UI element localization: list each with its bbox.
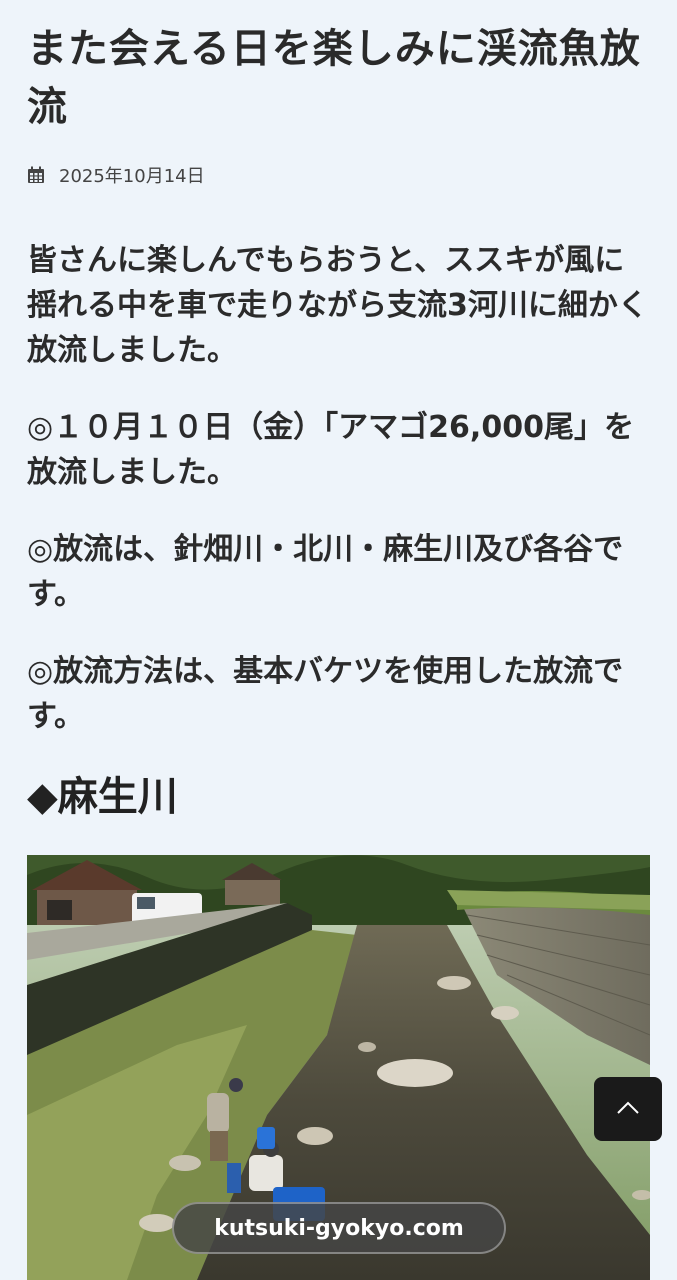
article-title: また会える日を楽しみに渓流魚放流: [27, 26, 641, 130]
url-text: kutsuki-gyokyo.com: [214, 1215, 464, 1241]
paragraph: ◎放流は、針畑川・北川・麻生川及び各谷です。: [27, 532, 624, 612]
browser-url-bar[interactable]: kutsuki-gyokyo.com: [172, 1202, 506, 1254]
section-heading: ◆麻生川: [27, 774, 178, 820]
calendar-icon: [27, 166, 45, 184]
paragraph: ◎１０月１０日（金）「アマゴ26,000尾」を放流しました。: [27, 410, 634, 490]
chevron-up-icon: [616, 1100, 640, 1119]
post-date-text: 2025年10月14日: [59, 166, 205, 187]
article-body: 皆さんに楽しんでもらおうと、ススキが風に揺れる中を車で走りながら支流3河川に細か…: [27, 238, 652, 771]
page: また会える日を楽しみに渓流魚放流 2025年10月14日 皆さんに楽しんでもらお…: [0, 0, 677, 1280]
paragraph: 皆さんに楽しんでもらおうと、ススキが風に揺れる中を車で走りながら支流3河川に細か…: [27, 243, 648, 368]
paragraph: ◎放流方法は、基本バケツを使用した放流です。: [27, 654, 624, 734]
scroll-to-top-button[interactable]: [594, 1077, 662, 1141]
post-date: 2025年10月14日: [27, 162, 205, 188]
